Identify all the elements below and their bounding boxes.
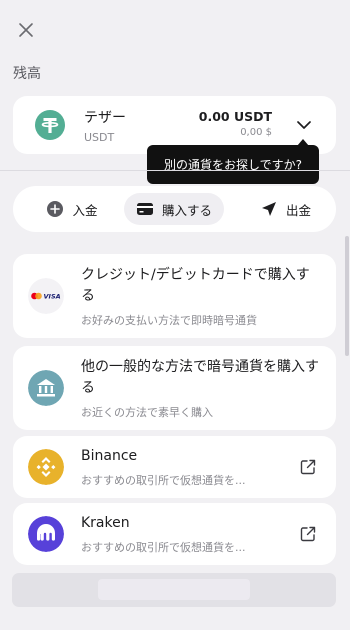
method-bank-transfer[interactable]: 他の一般的な方法で暗号通貨を購入する お近くの方法で素早く購入 [13, 346, 336, 430]
card-icon [136, 203, 153, 215]
tab-withdraw[interactable]: 出金 [243, 193, 328, 225]
tab-label: 購入する [161, 202, 212, 218]
external-link-icon[interactable] [299, 525, 317, 543]
method-subtitle: お好みの支払い方法で即時暗号通貨 [81, 314, 257, 327]
method-kraken[interactable]: Kraken おすすめの取引所で仮想通貨を... [13, 503, 336, 565]
svg-text:VISA: VISA [44, 293, 61, 301]
method-subtitle: お近くの方法で素早く購入 [81, 406, 213, 419]
method-subtitle: おすすめの取引所で仮想通貨を... [81, 541, 246, 554]
section-title-balance: 残高 [13, 66, 41, 82]
kraken-icon [28, 516, 64, 552]
method-title: Binance [81, 448, 138, 464]
tab-buy[interactable]: 購入する [124, 193, 224, 225]
method-subtitle: おすすめの取引所で仮想通貨を... [81, 474, 246, 487]
tether-icon [35, 110, 65, 140]
asset-name: テザー [84, 110, 126, 126]
tab-label: 入金 [72, 202, 98, 218]
divider [0, 170, 350, 171]
method-title: 他の一般的な方法で暗号通貨を購入する [81, 359, 319, 396]
plus-circle-icon [47, 201, 64, 217]
scrollbar[interactable] [345, 236, 349, 356]
method-card-payment[interactable]: VISA クレジット/デビットカードで購入する お好みの支払い方法で即時暗号通貨 [13, 254, 336, 338]
external-link-icon[interactable] [299, 458, 317, 476]
method-binance[interactable]: Binance おすすめの取引所で仮想通貨を... [13, 436, 336, 498]
continue-button[interactable] [12, 573, 336, 607]
action-tabs: 入金 購入する 出金 [13, 186, 336, 232]
asset-amount: 0.00 USDT [198, 109, 272, 124]
bank-icon [28, 370, 64, 406]
continue-button-placeholder [98, 579, 250, 600]
currency-tooltip: 別の通貨をお探しですか? [147, 139, 319, 184]
asset-fiat-value: 0,00 $ [240, 127, 272, 138]
tab-deposit[interactable]: 入金 [27, 193, 117, 225]
tab-label: 出金 [285, 202, 311, 218]
chevron-down-icon[interactable] [296, 117, 312, 133]
send-icon [261, 202, 276, 216]
method-title: クレジット/デビットカードで購入する [81, 267, 310, 304]
method-title: Kraken [81, 515, 130, 531]
close-icon[interactable] [16, 20, 36, 40]
asset-ticker: USDT [84, 131, 115, 144]
binance-icon [28, 449, 64, 485]
mastercard-visa-icon: VISA [28, 278, 64, 314]
